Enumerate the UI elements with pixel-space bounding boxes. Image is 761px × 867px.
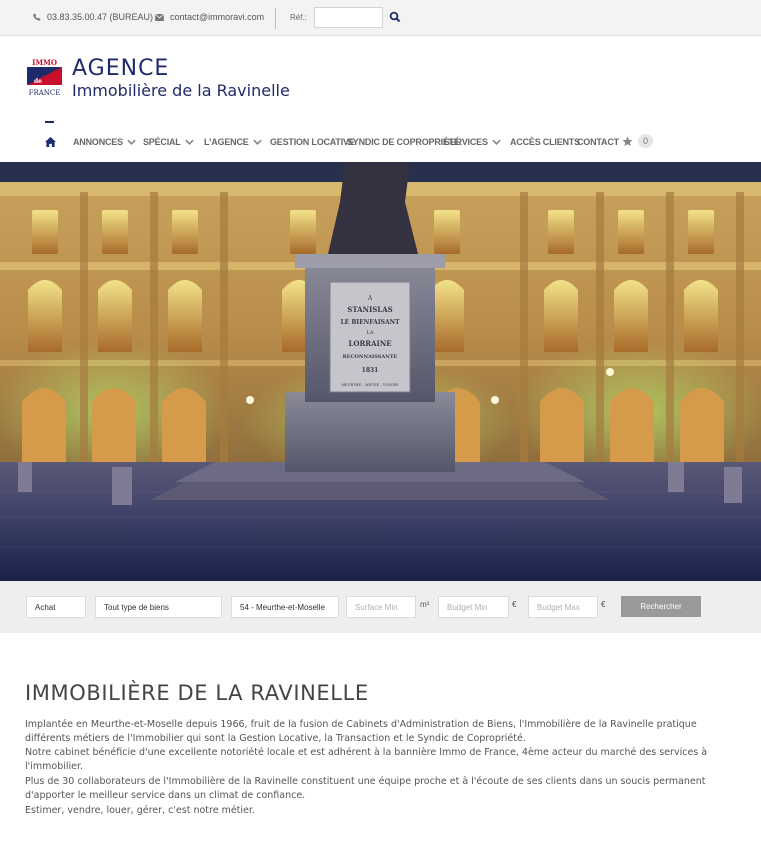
logo-text-france: FRANCE xyxy=(29,89,61,97)
phone-info[interactable]: 03.83.35.00.47 (BUREAU) xyxy=(33,12,153,22)
surface-unit: m² xyxy=(420,600,430,609)
nav-item-gestion-locative[interactable]: GESTION LOCATIVE xyxy=(270,137,355,147)
transaction-select[interactable]: Achat xyxy=(26,596,86,618)
location-select[interactable]: 54 - Meurthe-et-Moselle xyxy=(231,596,339,618)
plaque-line: 1831 xyxy=(362,367,379,374)
chevron-down-icon xyxy=(184,139,194,145)
property-search-bar: Achat Tout type de biens 54 - Meurthe-et… xyxy=(0,581,761,633)
favorites-button[interactable]: 0 xyxy=(622,134,654,148)
nav-item-label: GESTION LOCATIVE xyxy=(270,137,355,147)
envelope-icon xyxy=(155,13,164,21)
nav-item-services[interactable]: SERVICES xyxy=(444,137,501,147)
nav-item-label: SPÉCIAL xyxy=(143,137,181,147)
logo-text-immo: IMMO xyxy=(32,58,57,67)
nav-item-label: SERVICES xyxy=(444,137,488,147)
top-bar: 03.83.35.00.47 (BUREAU) contact@immoravi… xyxy=(0,0,761,36)
intro-paragraph: Implantée en Meurthe-et-Moselle depuis 1… xyxy=(25,719,697,744)
property-type-select[interactable]: Tout type de biens xyxy=(95,596,222,618)
immo-de-france-logo[interactable]: IMMO de FRANCE xyxy=(26,58,63,98)
home-icon[interactable] xyxy=(45,137,56,147)
nav-item-syndic[interactable]: SYNDIC DE COPROPRIÉTÉ xyxy=(347,137,460,147)
nav-item-label: ACCÈS CLIENTS xyxy=(510,137,580,147)
nav-item-acces-clients[interactable]: ACCÈS CLIENTS xyxy=(510,137,580,147)
phone-number: 03.83.35.00.47 (BUREAU) xyxy=(47,12,154,22)
nav-item-label: SYNDIC DE COPROPRIÉTÉ xyxy=(347,137,460,147)
main-nav: ANNONCES SPÉCIAL L'AGENCE GESTION LOCATI… xyxy=(0,118,761,162)
email-info[interactable]: contact@immoravi.com xyxy=(155,12,264,22)
plaque-line: LA xyxy=(367,330,374,336)
nav-item-label: L'AGENCE xyxy=(204,137,249,147)
chevron-down-icon xyxy=(492,139,501,145)
chevron-down-icon xyxy=(252,139,262,145)
plaque-line: A xyxy=(367,295,373,302)
plaque-line: MEURTHE – MEUSE – VOSGES xyxy=(341,383,399,387)
intro-paragraph: Notre cabinet bénéficie d'une excellente… xyxy=(25,747,708,772)
currency-symbol: € xyxy=(512,600,517,609)
currency-symbol: € xyxy=(601,600,606,609)
logo-text-de: de xyxy=(34,78,42,85)
divider xyxy=(275,8,276,29)
nav-item-label: CONTACT xyxy=(577,137,619,147)
intro-paragraph: Plus de 30 collaborateurs de l'Immobiliè… xyxy=(25,776,706,801)
nav-item-annonces[interactable]: ANNONCES xyxy=(73,137,136,147)
star-icon xyxy=(622,135,633,146)
phone-icon xyxy=(33,13,41,21)
plaque-line: STANISLAS xyxy=(347,305,392,314)
ref-input[interactable] xyxy=(314,7,383,28)
brand-title[interactable]: AGENCE xyxy=(72,56,169,81)
plaque-line: RECONNAISSANTE xyxy=(343,354,398,360)
intro-paragraph: Estimer, vendre, louer, gérer, c'est not… xyxy=(25,805,255,816)
plaque-line: LE BIENFAISANT xyxy=(340,319,400,326)
chevron-down-icon xyxy=(127,139,136,145)
nav-item-contact[interactable]: CONTACT xyxy=(577,137,619,147)
surface-min-input[interactable]: Surface Min xyxy=(346,596,416,618)
search-icon[interactable] xyxy=(389,11,401,23)
email-address: contact@immoravi.com xyxy=(170,12,265,22)
brand-subtitle[interactable]: Immobilière de la Ravinelle xyxy=(72,81,290,100)
nav-item-agence[interactable]: L'AGENCE xyxy=(204,137,262,147)
budget-min-input[interactable]: Budget Min xyxy=(438,596,509,618)
place-stanislas-photo: A STANISLAS LE BIENFAISANT LA LORRAINE R… xyxy=(0,162,761,581)
ref-label: Réf.: xyxy=(290,13,307,22)
active-indicator xyxy=(45,121,54,123)
search-submit-button[interactable]: Rechercher xyxy=(621,596,701,617)
hero-banner: A STANISLAS LE BIENFAISANT LA LORRAINE R… xyxy=(0,162,761,581)
page-title: IMMOBILIÈRE DE LA RAVINELLE xyxy=(25,681,369,705)
budget-max-input[interactable]: Budget Max xyxy=(528,596,598,618)
nav-item-special[interactable]: SPÉCIAL xyxy=(143,137,194,147)
plaque-line: LORRAINE xyxy=(348,339,391,348)
nav-item-label: ANNONCES xyxy=(73,137,123,147)
favorites-count-badge: 0 xyxy=(638,134,654,148)
